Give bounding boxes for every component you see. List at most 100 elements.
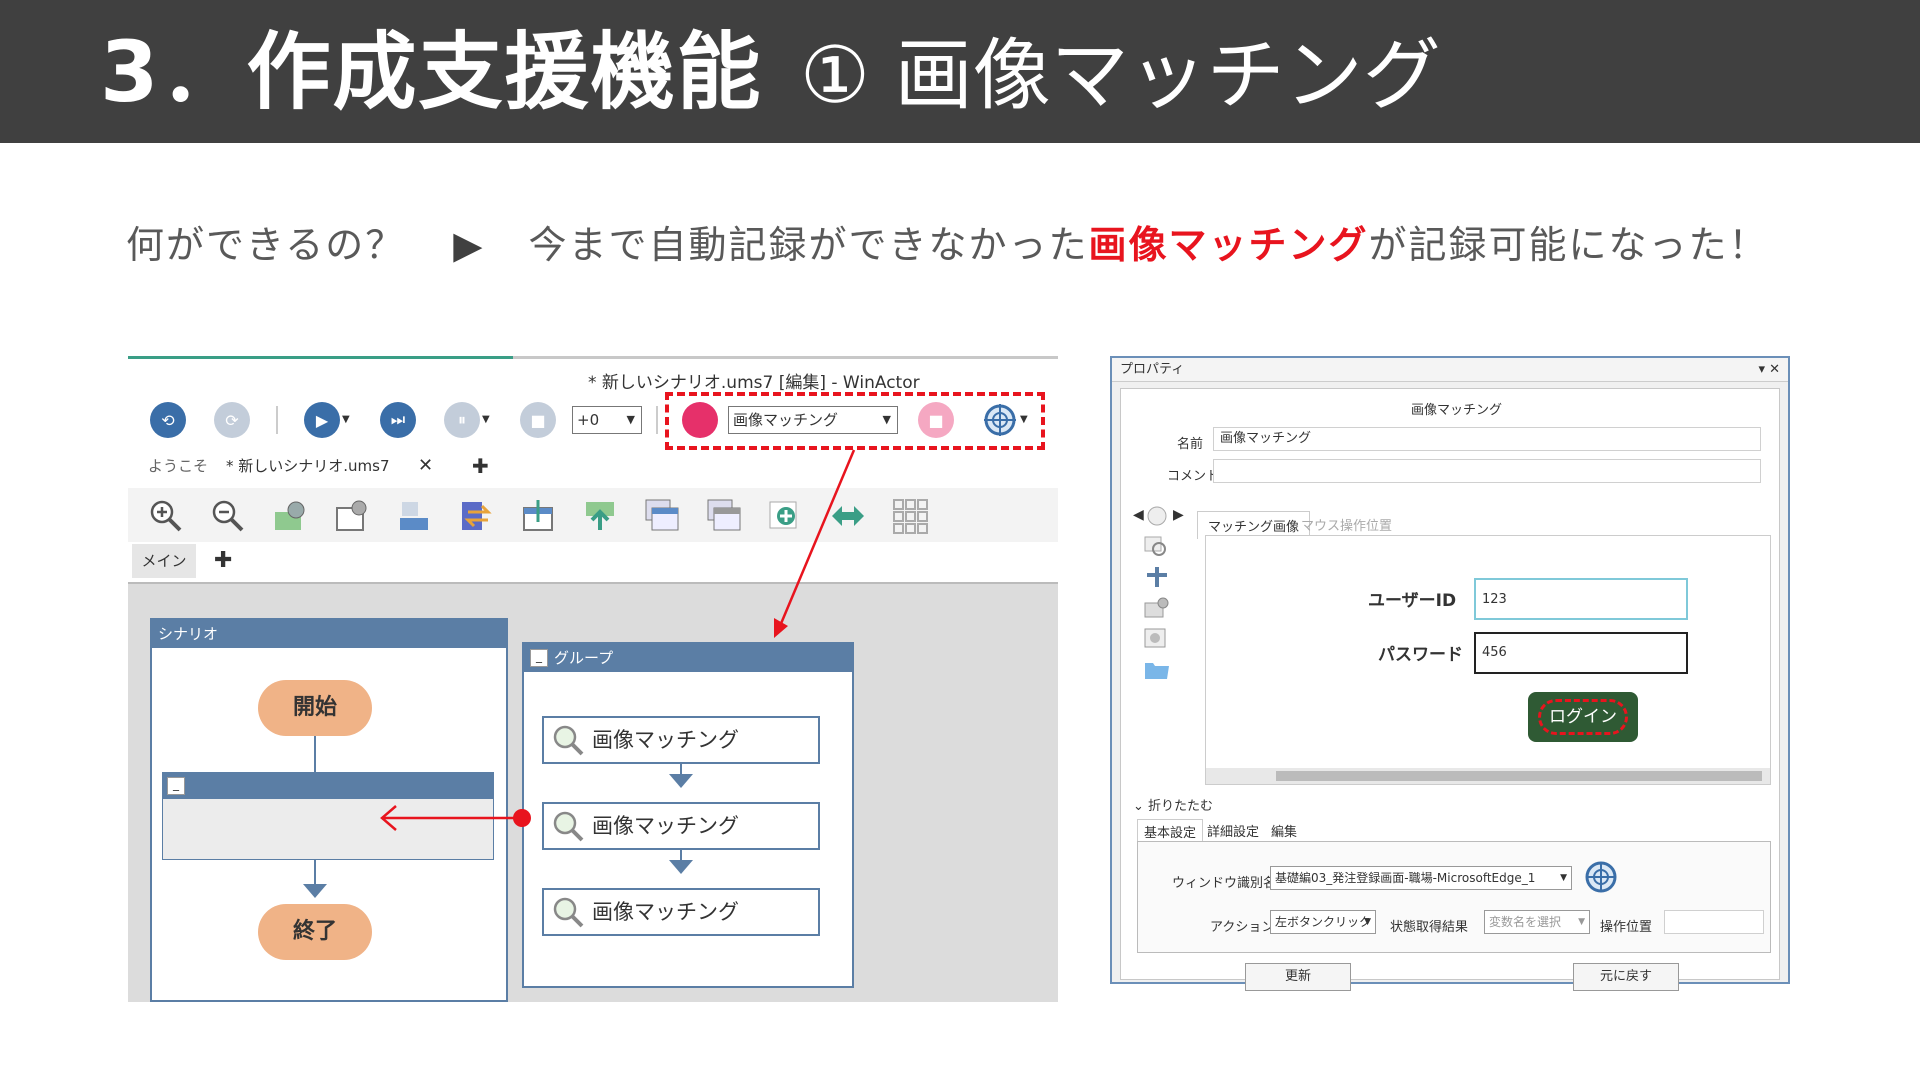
flow-connector <box>314 860 316 886</box>
position-field[interactable] <box>1664 910 1764 934</box>
target-icon[interactable] <box>1584 860 1618 894</box>
start-node[interactable]: 開始 <box>258 680 372 736</box>
action-value: 左ボタンクリック <box>1275 915 1372 929</box>
chevron-down-icon: ▼ <box>626 413 635 426</box>
tab-mouse-position[interactable]: マウス操作位置 <box>1301 515 1392 534</box>
end-node[interactable]: 終了 <box>258 904 372 960</box>
import-icon[interactable] <box>520 498 556 534</box>
pin-icon[interactable] <box>1143 565 1171 589</box>
scrollbar-thumb[interactable] <box>1276 771 1762 781</box>
add-node-icon[interactable] <box>768 498 804 534</box>
tab-main[interactable]: メイン <box>132 544 196 578</box>
image-settings-icon[interactable] <box>272 498 308 534</box>
tab-welcome[interactable]: ようこそ <box>148 448 208 484</box>
empty-group-node[interactable]: _ <box>162 772 494 860</box>
state-value: 変数名を選択 <box>1489 915 1562 929</box>
folder-icon[interactable] <box>1143 657 1171 681</box>
add-subtab-icon[interactable]: ✚ <box>214 544 232 578</box>
list-icon[interactable] <box>396 498 432 534</box>
chevron-down-icon: ▼ <box>1364 917 1371 927</box>
record-tools-highlight <box>665 392 1045 450</box>
tab-edit[interactable]: 編集 <box>1271 821 1297 840</box>
refresh-icon[interactable]: ⟲ <box>150 402 186 438</box>
flow-arrow-icon <box>669 860 693 874</box>
chevron-down-icon: ▼ <box>1560 873 1567 883</box>
window-title: * 新しいシナリオ.ums7 [編集] - WinActor <box>588 373 920 393</box>
close-icon[interactable]: ✕ <box>418 448 433 484</box>
pause-icon[interactable]: ⏸ <box>444 402 480 438</box>
collapse-icon[interactable]: _ <box>530 649 548 667</box>
swap-icon[interactable] <box>458 498 494 534</box>
update-button[interactable]: 更新 <box>1245 963 1351 991</box>
basic-settings-panel: ウィンドウ識別名 基礎編03_発注登録画面-職場-MicrosoftEdge_1… <box>1137 841 1771 953</box>
flow-arrow-icon <box>669 774 693 788</box>
add-tab-icon[interactable]: ✚ <box>472 448 489 484</box>
tab-detail-settings[interactable]: 詳細設定 <box>1207 821 1259 840</box>
pause-dropdown-icon[interactable]: ▼ <box>482 414 490 425</box>
image-matching-action[interactable]: 画像マッチング <box>542 888 820 936</box>
horizontal-scrollbar[interactable] <box>1206 768 1770 784</box>
preview-password-field: 456 <box>1474 632 1688 674</box>
window-id-select[interactable]: 基礎編03_発注登録画面-職場-MicrosoftEdge_1 ▼ <box>1270 866 1572 890</box>
magnifier-icon <box>553 725 584 756</box>
next-image-icon[interactable]: ▶ <box>1173 507 1184 523</box>
winactor-window: * 新しいシナリオ.ums7 [編集] - WinActor ⟲ ⟳ ▶ ▼ ⏭… <box>128 356 1058 1002</box>
stop-icon[interactable]: ■ <box>520 402 556 438</box>
window-controls[interactable]: ▾ ✕ <box>1758 358 1780 382</box>
lead-arrow-icon: ▶ <box>453 223 485 267</box>
play-dropdown-icon[interactable]: ▼ <box>342 414 350 425</box>
image-edit-icon[interactable] <box>1143 595 1171 619</box>
paste-window-icon[interactable] <box>706 498 742 534</box>
scenario-panel-title: シナリオ <box>152 620 506 648</box>
comment-field[interactable] <box>1213 459 1761 483</box>
image-settings-icon[interactable] <box>1143 625 1171 649</box>
flow-arrow-icon <box>303 884 327 898</box>
speed-select[interactable]: +0 ▼ <box>572 406 642 434</box>
step-icon[interactable]: ⏭ <box>380 402 416 438</box>
lead-question: 何ができるの？ <box>126 223 406 267</box>
grid-icon[interactable] <box>892 498 928 534</box>
image-matching-action[interactable]: 画像マッチング <box>542 802 820 850</box>
action-label: 画像マッチング <box>592 814 739 838</box>
state-select[interactable]: 変数名を選択 ▼ <box>1484 910 1590 934</box>
empty-group-header: _ <box>163 773 493 799</box>
preview-login-label: ログイン <box>1538 699 1628 735</box>
name-field[interactable]: 画像マッチング <box>1213 427 1761 451</box>
flow-connector <box>314 736 316 772</box>
horizontal-arrows-icon[interactable] <box>830 498 866 534</box>
zoom-in-icon[interactable] <box>148 498 184 534</box>
chevron-down-icon: ▼ <box>1578 917 1585 927</box>
capture-icon[interactable] <box>1143 503 1171 527</box>
fold-toggle[interactable]: ⌄ 折りたたむ <box>1133 795 1213 814</box>
redo-icon[interactable]: ⟳ <box>214 402 250 438</box>
name-label: 名前 <box>1177 437 1204 452</box>
speed-value: +0 <box>577 411 600 429</box>
magnifier-icon <box>553 811 584 842</box>
properties-title: プロパティ <box>1120 362 1185 377</box>
tab-basic-settings[interactable]: 基本設定 <box>1137 819 1204 843</box>
action-select[interactable]: 左ボタンクリック ▼ <box>1270 910 1376 934</box>
copy-window-icon[interactable] <box>644 498 680 534</box>
play-icon[interactable]: ▶ <box>304 402 340 438</box>
upload-icon[interactable] <box>582 498 618 534</box>
preview-user-id-field: 123 <box>1474 578 1688 620</box>
window-top-accent <box>128 356 513 359</box>
group-panel-title: グループ <box>524 644 852 672</box>
preview-user-id-label: ユーザーID <box>1368 591 1457 611</box>
chevron-down-icon: ⌄ <box>1133 799 1144 814</box>
slide-header: 3．作成支援機能 ① 画像マッチング <box>0 0 1920 143</box>
tab-new-scenario[interactable]: * 新しいシナリオ.ums7 <box>214 448 444 484</box>
toolbar-separator <box>276 406 278 434</box>
properties-dialog: プロパティ ▾ ✕ 画像マッチング 名前 画像マッチング コメント ◀ ▶ マッ… <box>1110 356 1790 991</box>
lead-text-after: が記録可能になった！ <box>1368 223 1769 267</box>
revert-button[interactable]: 元に戻す <box>1573 963 1679 991</box>
lead-sentence: 何ができるの？ ▶ 今まで自動記録ができなかった画像マッチングが記録可能になった！ <box>126 218 1769 272</box>
group-panel: グループ _ 画像マッチング 画像マッチング 画像マッチング <box>522 642 854 988</box>
search-image-icon[interactable] <box>1143 535 1171 559</box>
window-settings-icon[interactable] <box>334 498 370 534</box>
slide-subtitle: ① 画像マッチング <box>800 31 1441 121</box>
zoom-out-icon[interactable] <box>210 498 246 534</box>
image-matching-action[interactable]: 画像マッチング <box>542 716 820 764</box>
collapse-icon[interactable]: _ <box>167 777 185 795</box>
flow-canvas: シナリオ 開始 _ 終了 グループ _ 画像マッチング 画像マッチング 画像マッ… <box>128 582 1058 1002</box>
